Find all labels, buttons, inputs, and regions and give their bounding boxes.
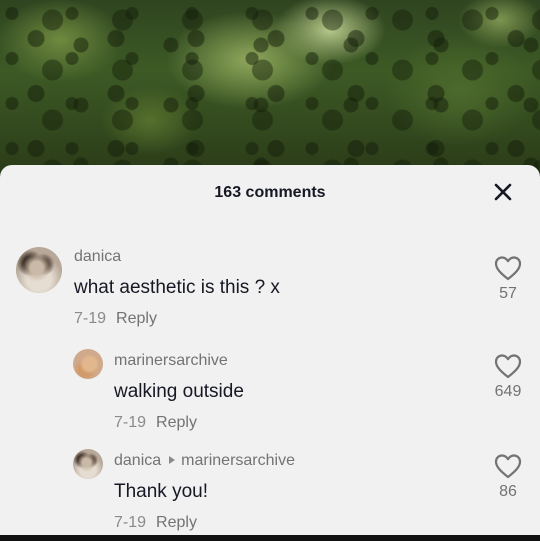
- heart-outline-icon: [494, 256, 522, 281]
- comment-meta: 7-19 Reply: [74, 310, 157, 328]
- bottom-edge: [0, 535, 540, 541]
- video-background: [0, 0, 540, 175]
- like-button[interactable]: 57: [488, 255, 528, 303]
- reply-item: danica marinersarchive Thank you! 7-19 Rep…: [0, 447, 540, 541]
- comment-text: Thank you!: [114, 481, 208, 502]
- comment-date: 7-19: [114, 414, 147, 431]
- avatar[interactable]: [73, 349, 103, 379]
- reply-button[interactable]: Reply: [156, 514, 197, 531]
- heart-outline-icon: [494, 454, 522, 479]
- comments-sheet: 163 comments danica what aesthetic is th…: [0, 165, 540, 541]
- reply-author[interactable]: danica: [114, 452, 161, 469]
- like-button[interactable]: 649: [488, 353, 528, 401]
- comment-meta: 7-19 Reply: [114, 414, 197, 432]
- comment-date: 7-19: [114, 514, 147, 531]
- comment-username[interactable]: marinersarchive: [114, 352, 228, 370]
- comments-header: 163 comments: [0, 165, 540, 221]
- reply-target[interactable]: marinersarchive: [181, 452, 295, 469]
- avatar[interactable]: [16, 247, 62, 293]
- like-button[interactable]: 86: [488, 453, 528, 501]
- like-count: 57: [499, 285, 517, 302]
- comment-username[interactable]: danica: [74, 248, 121, 266]
- reply-arrow-icon: [169, 455, 176, 464]
- comment-date: 7-19: [74, 310, 107, 327]
- comment-username: danica marinersarchive: [114, 452, 295, 470]
- comment-item: danica what aesthetic is this ? x 7-19 Re…: [0, 243, 540, 343]
- comment-meta: 7-19 Reply: [114, 514, 197, 532]
- like-count: 649: [494, 383, 522, 400]
- reply-item: marinersarchive walking outside 7-19 Repl…: [0, 347, 540, 443]
- reply-button[interactable]: Reply: [156, 414, 197, 431]
- close-icon: [494, 183, 512, 201]
- comment-text: walking outside: [114, 381, 244, 402]
- comment-text: what aesthetic is this ? x: [74, 277, 280, 298]
- avatar[interactable]: [73, 449, 103, 479]
- reply-button[interactable]: Reply: [116, 310, 157, 327]
- close-button[interactable]: [490, 179, 516, 205]
- heart-outline-icon: [494, 354, 522, 379]
- comment-count: 163 comments: [214, 184, 326, 201]
- like-count: 86: [499, 483, 517, 500]
